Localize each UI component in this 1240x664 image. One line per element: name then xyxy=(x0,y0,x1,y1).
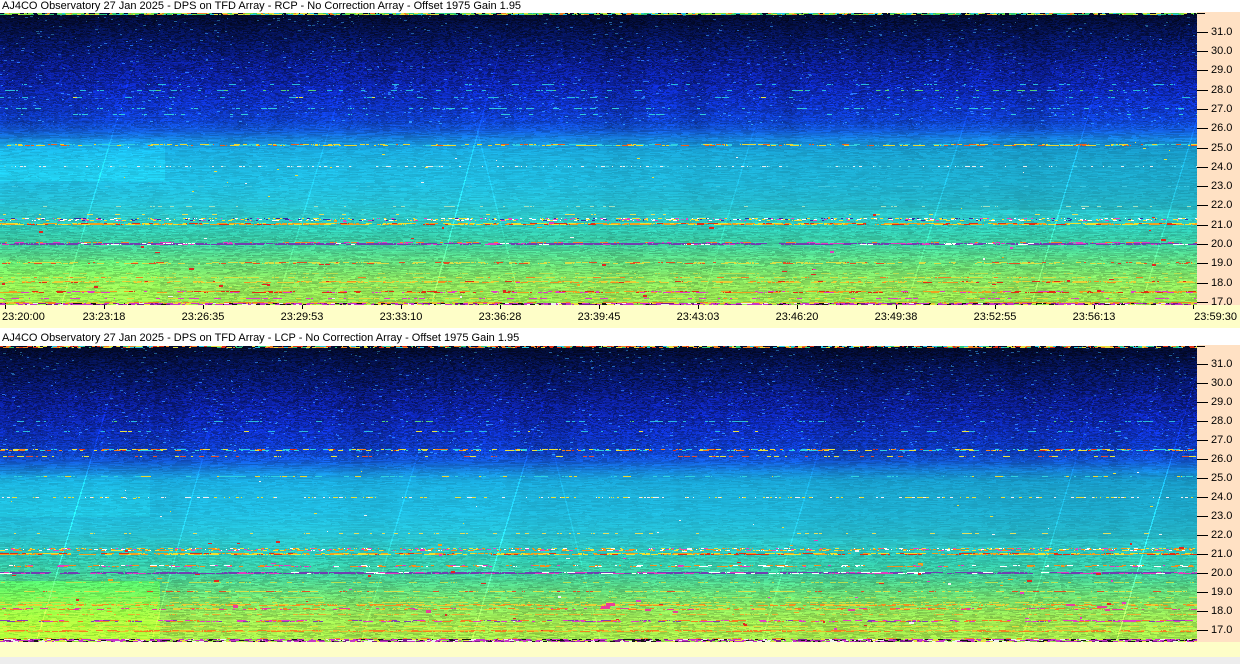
time-tick-label: 23:33:10 xyxy=(379,311,423,323)
freq-tick-label: 25.0 xyxy=(1211,142,1233,154)
time-tick-label: 23:36:28 xyxy=(478,311,522,323)
freq-tick-label: 28.0 xyxy=(1211,415,1233,427)
freq-axis-top-tick xyxy=(1197,346,1205,347)
freq-tick xyxy=(1197,128,1208,129)
time-tick-label: 23:52:55 xyxy=(973,311,1017,323)
freq-tick xyxy=(1197,554,1208,555)
freq-tick xyxy=(1197,459,1208,460)
freq-tick-label: 31.0 xyxy=(1211,26,1233,38)
time-tick xyxy=(302,305,303,309)
freq-tick xyxy=(1197,109,1208,110)
time-tick xyxy=(1193,305,1194,309)
time-tick-label: 23:20:00 xyxy=(2,311,45,323)
time-tick-label: 23:59:30 xyxy=(1194,311,1237,323)
bottom-strip xyxy=(0,642,1240,657)
freq-tick-label: 24.0 xyxy=(1211,161,1233,173)
time-tick xyxy=(104,305,105,309)
freq-tick-label: 19.0 xyxy=(1211,586,1233,598)
freq-tick xyxy=(1197,51,1208,52)
freq-tick xyxy=(1197,186,1208,187)
time-tick xyxy=(698,305,699,309)
freq-tick xyxy=(1197,244,1208,245)
spectrogram-rcp[interactable] xyxy=(0,13,1197,305)
freq-tick xyxy=(1197,516,1208,517)
freq-tick xyxy=(1197,440,1208,441)
freq-tick-label: 26.0 xyxy=(1211,122,1233,134)
freq-tick xyxy=(1197,225,1208,226)
freq-tick-label: 21.0 xyxy=(1211,548,1233,560)
freq-axis-top-tick xyxy=(1197,13,1205,14)
freq-tick-label: 22.0 xyxy=(1211,199,1233,211)
freq-tick-label: 29.0 xyxy=(1211,64,1233,76)
freq-tick-label: 23.0 xyxy=(1211,510,1233,522)
time-tick xyxy=(797,305,798,309)
freq-tick-label: 28.0 xyxy=(1211,84,1233,96)
time-tick xyxy=(500,305,501,309)
time-tick-label: 23:23:18 xyxy=(82,311,126,323)
time-tick xyxy=(995,305,996,309)
freq-tick xyxy=(1197,302,1208,303)
freq-tick xyxy=(1197,364,1208,365)
time-axis: 23:20:00 23:23:18 23:26:35 23:29:53 23:33:10… xyxy=(0,305,1240,328)
freq-tick-label: 25.0 xyxy=(1211,472,1233,484)
freq-tick-label: 27.0 xyxy=(1211,434,1233,446)
time-tick xyxy=(896,305,897,309)
time-tick-label: 23:26:35 xyxy=(181,311,225,323)
radio-sky-spectrograph-window: AJ4CO Observatory 27 Jan 2025 - DPS on T… xyxy=(0,0,1240,664)
time-tick-label: 23:43:03 xyxy=(676,311,720,323)
spectrogram-lcp[interactable] xyxy=(0,346,1197,642)
freq-tick xyxy=(1197,148,1208,149)
freq-tick xyxy=(1197,573,1208,574)
freq-tick-label: 19.0 xyxy=(1211,257,1233,269)
freq-tick xyxy=(1197,402,1208,403)
freq-tick xyxy=(1197,90,1208,91)
freq-tick xyxy=(1197,263,1208,264)
time-tick-label: 23:39:45 xyxy=(577,311,621,323)
freq-axis-lcp: 31.0 30.0 29.0 28.0 27.0 26.0 25.0 24.0 23.0 22.0… xyxy=(1197,345,1240,642)
freq-tick xyxy=(1197,535,1208,536)
freq-tick xyxy=(1197,32,1208,33)
freq-tick-label: 31.0 xyxy=(1211,358,1233,370)
freq-tick xyxy=(1197,630,1208,631)
freq-tick-label: 30.0 xyxy=(1211,377,1233,389)
freq-tick-label: 20.0 xyxy=(1211,567,1233,579)
freq-tick xyxy=(1197,383,1208,384)
time-tick xyxy=(599,305,600,309)
freq-tick xyxy=(1197,611,1208,612)
spectrogram-title-rcp: AJ4CO Observatory 27 Jan 2025 - DPS on T… xyxy=(0,0,1240,13)
freq-tick-label: 20.0 xyxy=(1211,238,1233,250)
time-tick-label: 23:29:53 xyxy=(280,311,324,323)
freq-tick xyxy=(1197,283,1208,284)
freq-tick-label: 23.0 xyxy=(1211,180,1233,192)
freq-tick-label: 21.0 xyxy=(1211,219,1233,231)
time-tick xyxy=(1094,305,1095,309)
freq-tick-label: 26.0 xyxy=(1211,453,1233,465)
time-tick xyxy=(401,305,402,309)
freq-tick-label: 18.0 xyxy=(1211,605,1233,617)
freq-axis-rcp: 31.0 30.0 29.0 28.0 27.0 26.0 25.0 24.0 23.0 22.0… xyxy=(1197,12,1240,308)
freq-tick xyxy=(1197,421,1208,422)
freq-tick xyxy=(1197,592,1208,593)
time-tick-label: 23:49:38 xyxy=(874,311,918,323)
freq-tick xyxy=(1197,497,1208,498)
time-tick xyxy=(203,305,204,309)
freq-tick-label: 18.0 xyxy=(1211,277,1233,289)
time-tick-label: 23:56:13 xyxy=(1072,311,1116,323)
freq-tick-label: 22.0 xyxy=(1211,529,1233,541)
freq-tick xyxy=(1197,70,1208,71)
freq-tick-label: 29.0 xyxy=(1211,396,1233,408)
freq-tick-label: 27.0 xyxy=(1211,103,1233,115)
time-tick xyxy=(5,305,6,309)
footer-strip xyxy=(0,657,1240,664)
freq-tick xyxy=(1197,478,1208,479)
freq-tick xyxy=(1197,205,1208,206)
spectrogram-title-lcp: AJ4CO Observatory 27 Jan 2025 - DPS on T… xyxy=(0,328,1240,346)
freq-tick-label: 30.0 xyxy=(1211,45,1233,57)
time-tick-label: 23:46:20 xyxy=(775,311,819,323)
freq-tick xyxy=(1197,167,1208,168)
freq-tick-label: 17.0 xyxy=(1211,624,1233,636)
freq-tick-label: 24.0 xyxy=(1211,491,1233,503)
